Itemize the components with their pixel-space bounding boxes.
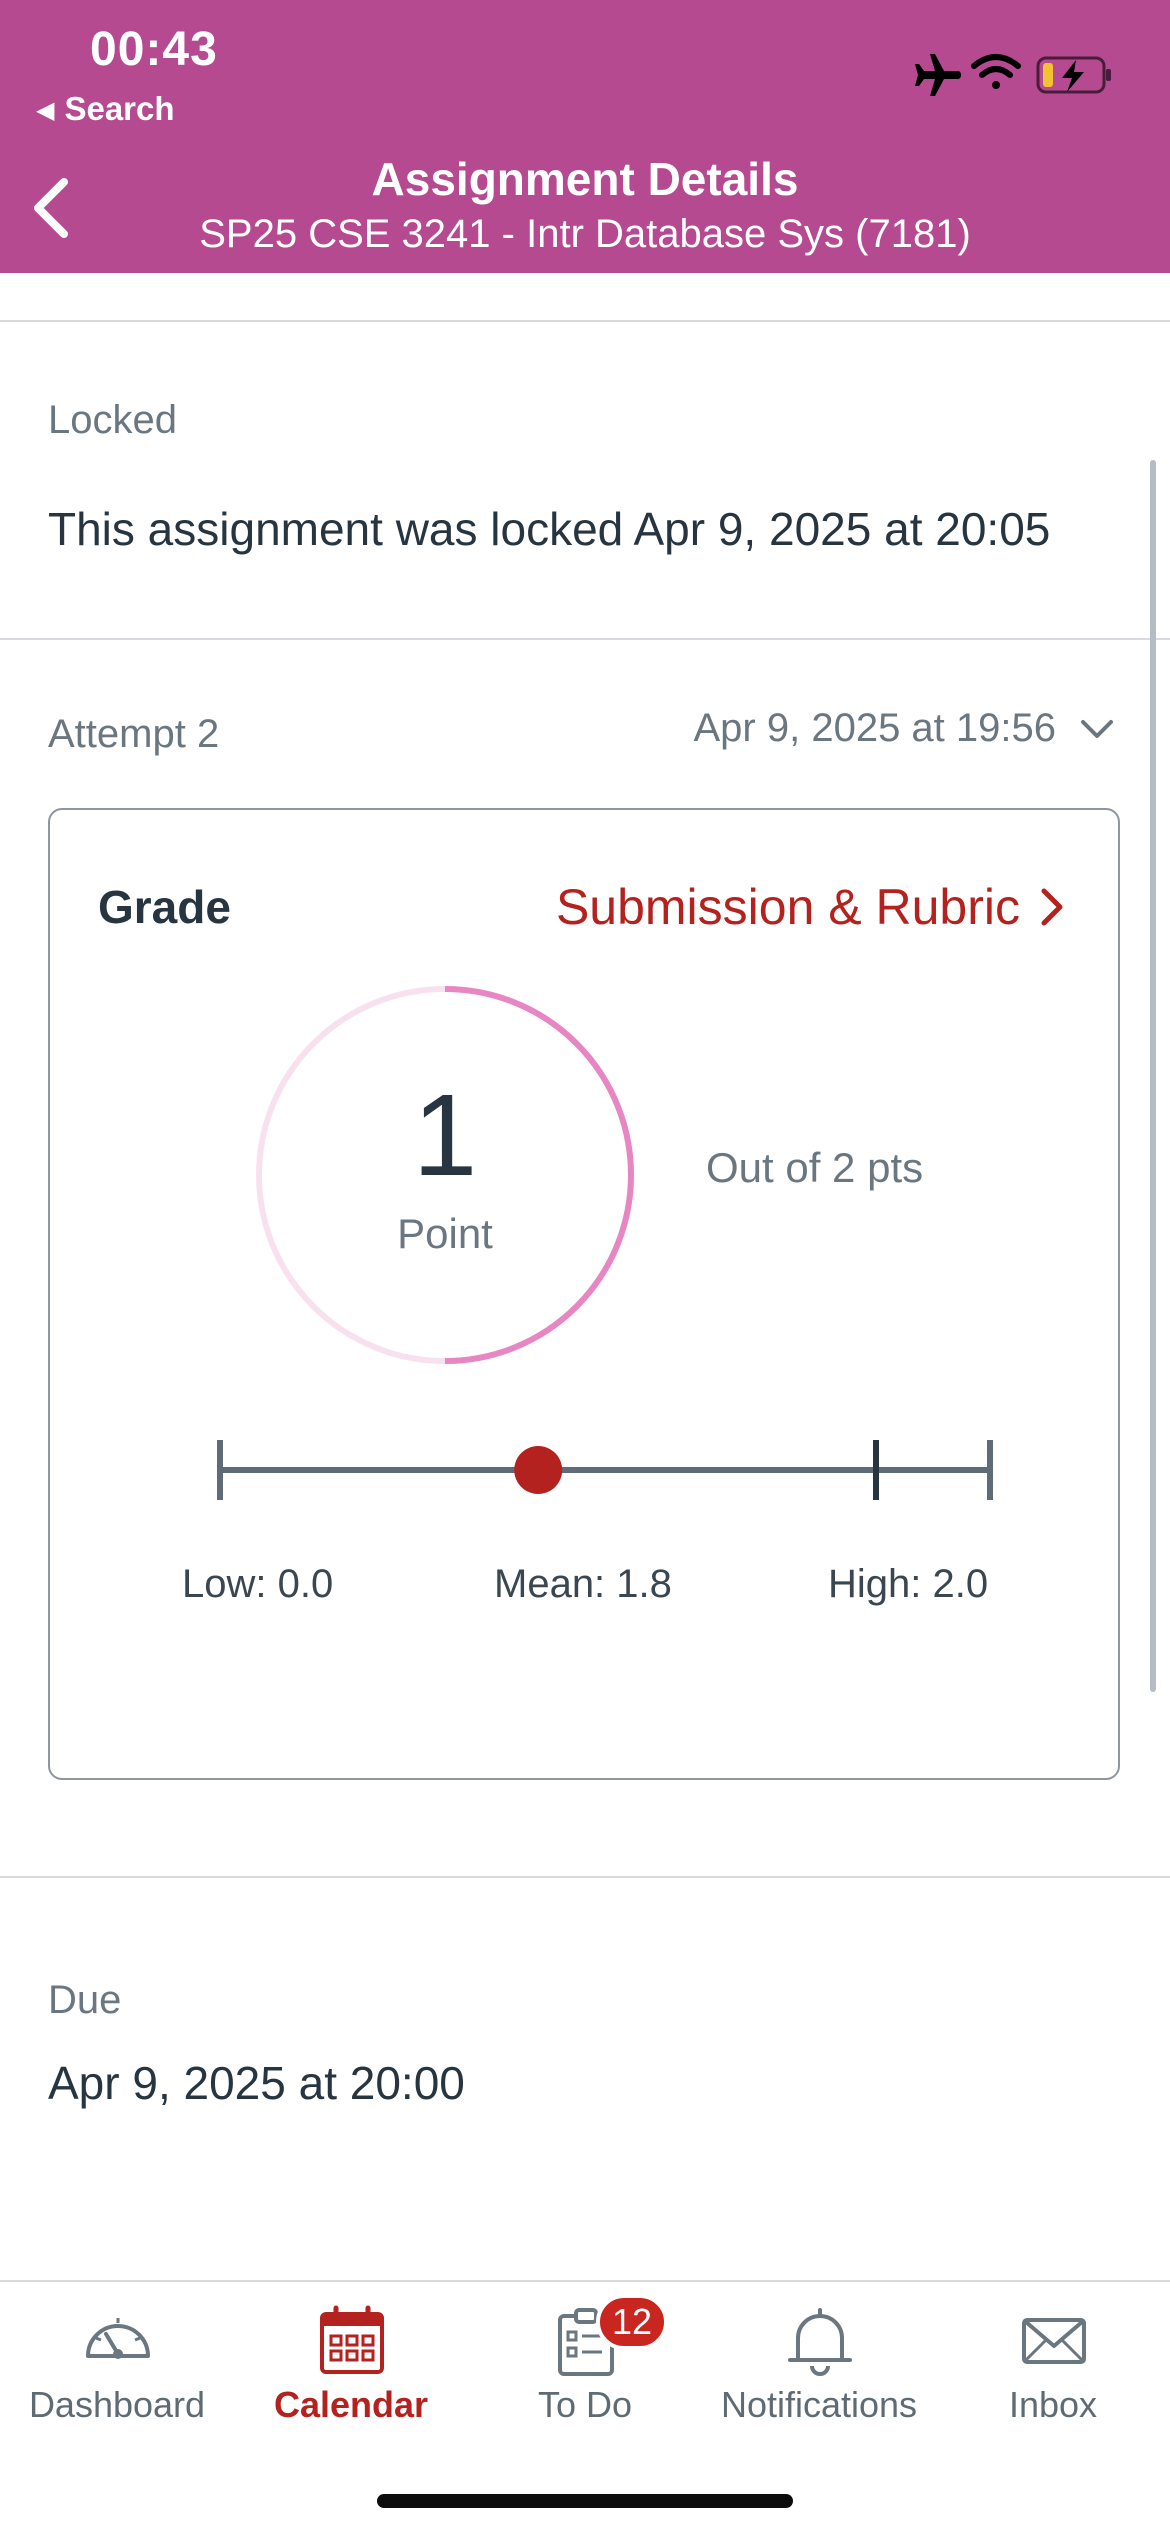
tab-label: To Do [537, 2384, 633, 2425]
tab-label: Calendar [273, 2384, 429, 2425]
back-triangle-icon: ◀ [36, 97, 55, 124]
chevron-right-icon [1041, 888, 1063, 926]
home-indicator[interactable] [377, 2494, 793, 2508]
dashboard-icon [86, 2318, 150, 2359]
tab-label: Dashboard [28, 2384, 206, 2425]
section-divider [0, 638, 1170, 640]
tab-label: Notifications [720, 2384, 918, 2425]
todo-count-badge: 12 [596, 2294, 668, 2350]
tab-label: Inbox [1008, 2384, 1098, 2425]
submission-rubric-label: Submission & Rubric [555, 879, 1020, 935]
mean-marker [514, 1446, 563, 1494]
airplane-icon [915, 54, 961, 96]
submission-rubric-link[interactable]: Submission & Rubric [556, 878, 1066, 936]
locked-text: This assignment was locked Apr 9, 2025 a… [48, 503, 1051, 555]
due-label: Due [48, 1978, 122, 2022]
calendar-icon [320, 2305, 384, 2374]
section-divider [0, 320, 1170, 322]
due-date: Apr 9, 2025 at 20:00 [48, 2057, 465, 2109]
points-possible: Out of 2 pts [706, 1144, 924, 1191]
tab-dashboard[interactable]: Dashboard [0, 2282, 234, 2462]
grade-card: Grade Submission & Rubric 1 Point Out of… [48, 808, 1120, 1780]
tab-calendar[interactable]: Calendar [234, 2282, 468, 2462]
attempt-date: Apr 9, 2025 at 19:56 [693, 706, 1057, 750]
locked-label: Locked [48, 398, 177, 442]
course-subtitle: SP25 CSE 3241 - Intr Database Sys (7181) [199, 212, 971, 256]
score-unit: Point [397, 1210, 493, 1257]
attempt-selector[interactable]: Apr 9, 2025 at 19:56 [694, 706, 1117, 751]
page-title: Assignment Details [371, 153, 799, 205]
score-distribution-bar [217, 1440, 993, 1500]
bell-icon [788, 2308, 852, 2376]
inbox-icon [1022, 2318, 1086, 2364]
low-label: Low: 0.0 [182, 1562, 334, 1606]
battery-charging-icon [1036, 56, 1111, 94]
chevron-down-icon [1081, 719, 1113, 738]
high-label: High: 2.0 [828, 1562, 989, 1606]
status-back-to-app[interactable]: ◀ Search [36, 90, 175, 128]
tab-notifications[interactable]: Notifications [702, 2282, 936, 2462]
status-back-label: Search [64, 90, 175, 127]
attempt-label: Attempt 2 [48, 712, 220, 756]
mean-label: Mean: 1.8 [494, 1562, 672, 1606]
wifi-icon [971, 54, 1021, 89]
tab-todo[interactable]: 12 To Do [468, 2282, 702, 2462]
status-time: 00:43 [90, 23, 218, 76]
section-divider [0, 1876, 1170, 1878]
app-header: 00:43 ◀ Search Assignment Details SP25 CS… [0, 0, 1170, 273]
score-value: 1 [412, 1070, 478, 1200]
tab-inbox[interactable]: Inbox [936, 2282, 1170, 2462]
grade-label: Grade [98, 881, 231, 933]
scrollbar[interactable] [1150, 460, 1156, 1692]
status-icons [915, 54, 1111, 96]
